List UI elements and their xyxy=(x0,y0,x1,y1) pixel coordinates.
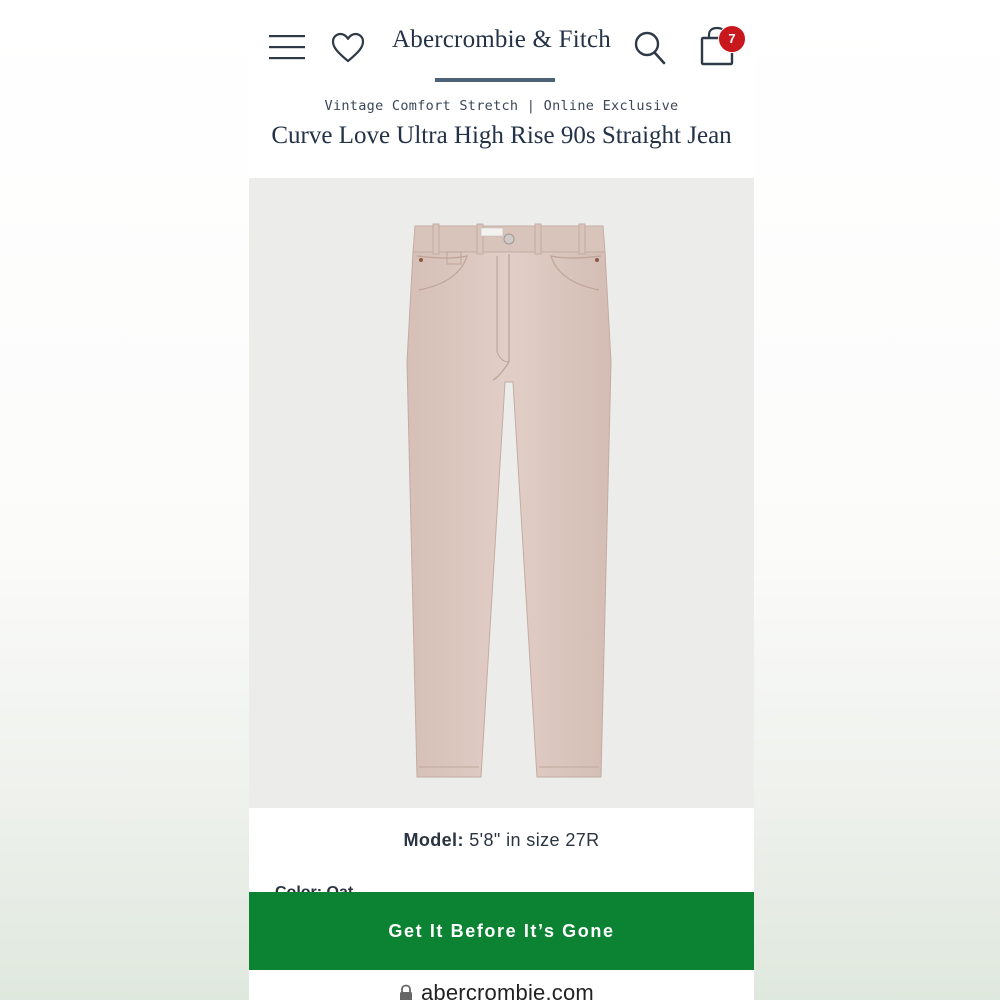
site-header: Abercrombie & Fitch 7 xyxy=(249,8,754,94)
product-subtitle: Vintage Comfort Stretch | Online Exclusi… xyxy=(324,98,679,114)
get-it-before-its-gone-button[interactable]: Get It Before It’s Gone xyxy=(249,892,754,970)
url-text: abercrombie.com xyxy=(421,980,594,1000)
product-image[interactable] xyxy=(249,178,754,808)
model-label: Model: xyxy=(403,830,464,850)
jeans-image xyxy=(406,223,612,778)
search-icon[interactable] xyxy=(633,30,667,66)
product-title: Curve Love Ultra High Rise 90s Straight … xyxy=(271,122,732,149)
brand-logo[interactable]: Abercrombie & Fitch xyxy=(379,26,624,54)
model-info: Model: 5'8" in size 27R xyxy=(249,830,754,851)
cart-count-badge[interactable]: 7 xyxy=(718,25,746,53)
heart-icon[interactable] xyxy=(331,32,365,64)
model-value: 5'8" in size 27R xyxy=(469,830,600,850)
menu-icon[interactable] xyxy=(269,34,305,60)
browser-url-bar[interactable]: abercrombie.com xyxy=(249,970,754,1000)
mobile-screen: Abercrombie & Fitch 7 Vintage Comfort St… xyxy=(249,8,754,1000)
lock-icon xyxy=(400,984,412,1000)
brand-underline xyxy=(435,78,555,82)
